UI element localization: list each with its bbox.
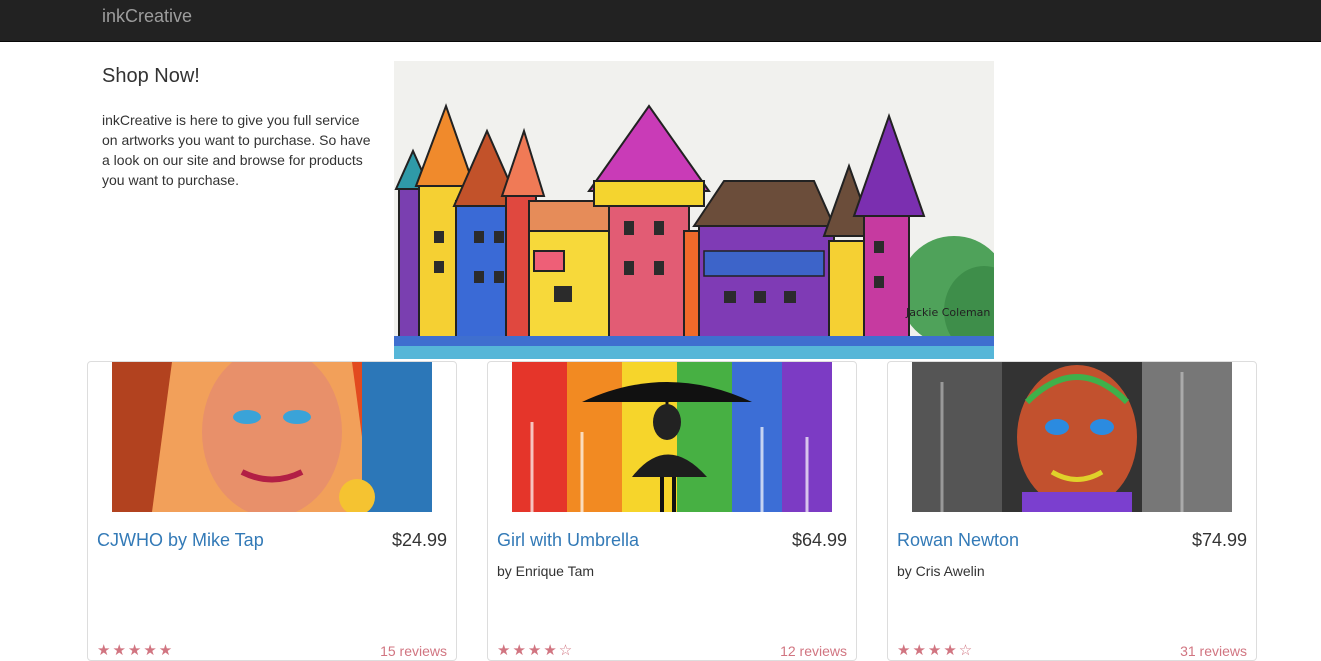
product-artist: by Enrique Tam <box>497 563 595 579</box>
product-title-link[interactable]: Girl with Umbrella <box>497 529 639 551</box>
product-image[interactable] <box>912 362 1232 512</box>
review-count: 15 reviews <box>380 643 447 659</box>
hero-castle-painting: Jackie Coleman <box>394 61 994 359</box>
rating-stars: ★★★★☆ <box>497 642 575 659</box>
intro-paragraph: inkCreative is here to give you full ser… <box>102 112 371 188</box>
product-image[interactable] <box>512 362 832 512</box>
product-card: Rowan Newton $74.99 by Cris Awelin ★★★★☆… <box>887 361 1257 661</box>
product-card: Girl with Umbrella $64.99 by Enrique Tam… <box>487 361 857 661</box>
review-count: 12 reviews <box>780 643 847 659</box>
product-artist: by Cris Awelin <box>897 563 985 579</box>
product-price: $74.99 <box>1191 530 1247 550</box>
product-image[interactable] <box>112 362 432 512</box>
product-title-link[interactable]: Rowan Newton <box>897 529 1019 551</box>
hero-signature: Jackie Coleman <box>905 306 990 319</box>
review-count: 31 reviews <box>1180 643 1247 659</box>
product-card: CJWHO by Mike Tap $24.99 ★★★★★ 15 review… <box>87 361 457 661</box>
rating-stars: ★★★★☆ <box>897 642 975 659</box>
product-title-link[interactable]: CJWHO by Mike Tap <box>97 529 264 551</box>
brand-link[interactable]: inkCreative <box>102 6 192 26</box>
top-navbar: inkCreative <box>0 0 1321 42</box>
product-price: $24.99 <box>391 530 447 550</box>
shop-now-heading: Shop Now! <box>102 65 200 87</box>
rating-stars: ★★★★★ <box>97 642 175 659</box>
product-price: $64.99 <box>791 530 847 550</box>
